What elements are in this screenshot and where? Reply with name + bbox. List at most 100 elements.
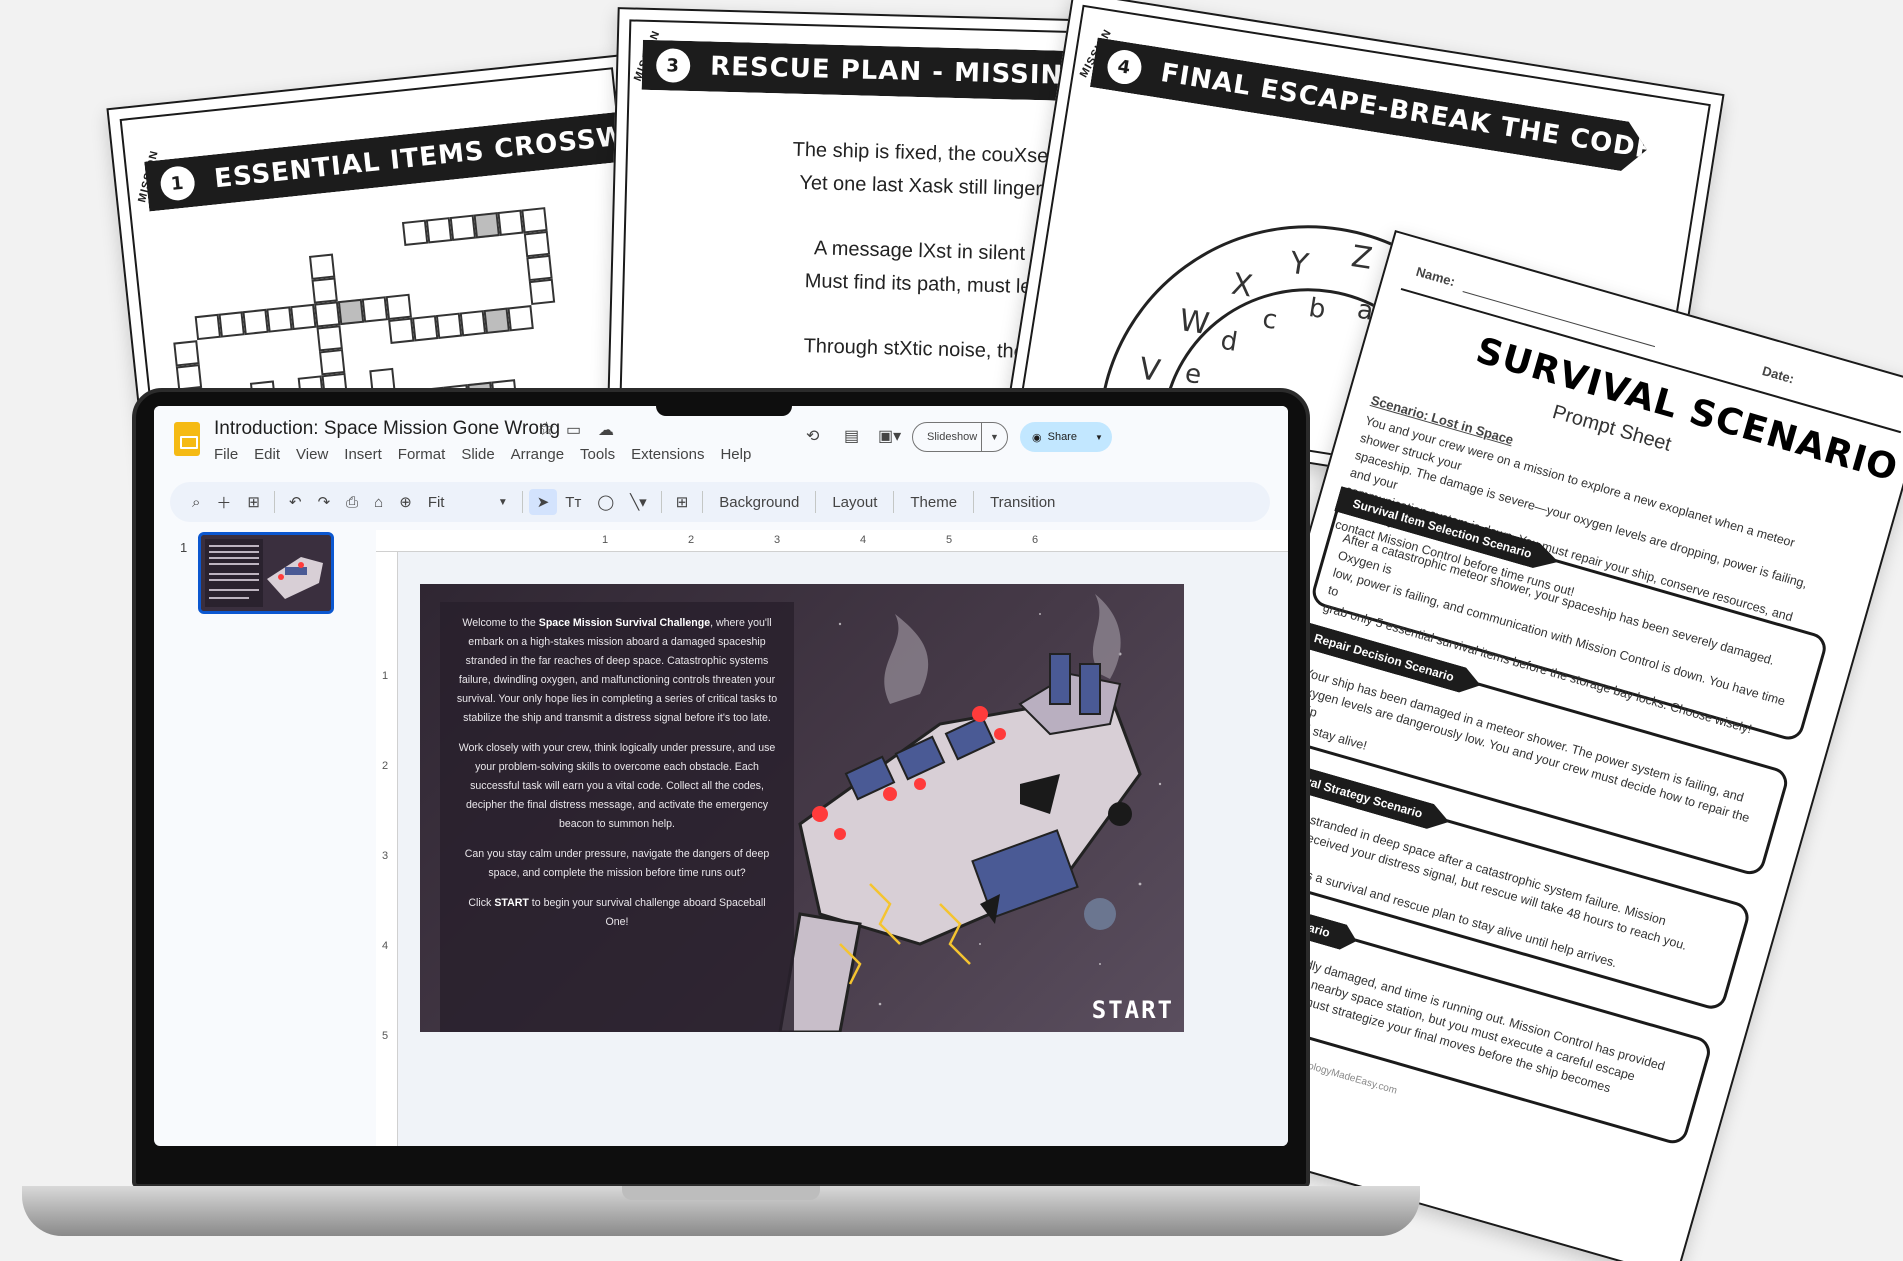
document-title[interactable]: Introduction: Space Mission Gone Wrong <box>214 418 560 440</box>
text-box-icon[interactable]: Tт <box>557 494 589 511</box>
crossword-cell <box>523 230 551 258</box>
laptop: Introduction: Space Mission Gone Wrong ☆… <box>22 388 1420 1236</box>
menu-help[interactable]: Help <box>720 446 751 463</box>
zoom-icon[interactable]: ⊕ <box>391 493 420 511</box>
intro-paragraph: Can you stay calm under pressure, naviga… <box>464 848 770 879</box>
menu-arrange[interactable]: Arrange <box>511 446 564 463</box>
menu-slide[interactable]: Slide <box>461 446 494 463</box>
slideshow-button[interactable]: Slideshow ▼ <box>912 422 1008 452</box>
ruler-mark: 4 <box>860 534 867 546</box>
move-folder-icon[interactable]: ▭ <box>566 420 581 440</box>
cipher-letter: W <box>1176 303 1212 343</box>
start-button[interactable]: START <box>1092 996 1174 1024</box>
crossword-cell <box>526 254 553 282</box>
ruler-mark: 1 <box>602 534 609 546</box>
crossword-cell <box>521 207 548 234</box>
promo-stage: MISSION 1 ESSENTIAL ITEMS CROSSWORD MISS… <box>0 0 1903 1261</box>
transition-button[interactable]: Transition <box>980 494 1065 511</box>
share-label: Share <box>1047 431 1077 443</box>
slideshow-dropdown-icon[interactable]: ▼ <box>981 423 1007 451</box>
toolbar-separator <box>893 491 895 513</box>
redo-icon[interactable]: ↷ <box>310 493 339 511</box>
menu-insert[interactable]: Insert <box>344 446 382 463</box>
laptop-base <box>22 1186 1420 1236</box>
menu-view[interactable]: View <box>296 446 328 463</box>
ruler-mark: 5 <box>946 534 953 546</box>
new-slide-layout-icon[interactable]: ⊞ <box>239 493 268 511</box>
crossword-cell <box>175 364 203 391</box>
intro-paragraph: Work closely with your crew, think logic… <box>458 742 776 830</box>
crossword-cell <box>218 311 245 338</box>
paint-format-icon[interactable]: ⌂ <box>366 494 391 511</box>
vertical-ruler: 1 2 3 4 5 <box>376 552 398 1146</box>
crossword-cell <box>435 312 463 339</box>
new-slide-icon[interactable]: ＋ <box>208 492 239 513</box>
slides-logo-icon[interactable] <box>174 422 200 456</box>
text-run: Click <box>468 897 495 909</box>
undo-icon[interactable]: ↶ <box>281 493 310 511</box>
name-label: Name: <box>1414 263 1457 290</box>
crossword-cell <box>337 298 365 326</box>
version-history-icon[interactable]: ⟲ <box>806 426 819 446</box>
cloud-status-icon[interactable]: ☁ <box>598 420 614 440</box>
crossword-cell <box>319 348 346 376</box>
slideshow-label: Slideshow <box>927 431 978 443</box>
toolbar-separator <box>702 491 704 513</box>
crossword-cell <box>173 340 200 367</box>
intro-paragraph: Welcome to the Space Mission Survival Ch… <box>456 614 778 728</box>
zoom-select[interactable]: Fit <box>420 494 490 511</box>
menu-tools[interactable]: Tools <box>580 446 615 463</box>
crossword-cell <box>483 307 510 334</box>
share-button[interactable]: ◉ Share ▼ <box>1020 422 1112 452</box>
comments-icon[interactable]: ▤ <box>844 426 859 446</box>
background-button[interactable]: Background <box>709 494 809 511</box>
slide-intro-textbox[interactable]: Welcome to the Space Mission Survival Ch… <box>440 602 794 1032</box>
zoom-dropdown-icon[interactable]: ▼ <box>490 497 516 508</box>
laptop-groove <box>622 1186 820 1200</box>
text-run: to begin your survival challenge aboard … <box>528 897 766 928</box>
crossword-cell <box>308 253 336 280</box>
cipher-letter: b <box>1306 293 1328 326</box>
insert-comment-icon[interactable]: ⊞ <box>668 493 697 511</box>
crossword-cell <box>290 303 317 331</box>
select-cursor-icon[interactable]: ➤ <box>528 489 558 515</box>
crossword-cell <box>473 212 500 239</box>
toolbar-separator <box>660 491 662 513</box>
print-icon[interactable]: ⎙ <box>338 494 366 511</box>
ruler-mark: 2 <box>688 534 695 546</box>
ruler-mark: 5 <box>382 1030 389 1042</box>
search-menus-icon[interactable]: ⌕ <box>184 494 208 511</box>
slide-thumbnail[interactable] <box>198 532 334 614</box>
shape-icon[interactable]: ◯ <box>589 493 622 511</box>
laptop-lid: Introduction: Space Mission Gone Wrong ☆… <box>132 388 1310 1188</box>
star-icon[interactable]: ☆ <box>538 418 555 441</box>
meet-icon[interactable]: ▣▾ <box>878 426 901 446</box>
crossword-cell <box>459 310 487 337</box>
start-keyword: START <box>494 897 529 909</box>
app-header: Introduction: Space Mission Gone Wrong ☆… <box>154 406 1288 476</box>
ruler-mark: 2 <box>382 760 389 772</box>
toolbar-separator <box>274 491 275 513</box>
crossword-cell <box>194 313 222 341</box>
layout-button[interactable]: Layout <box>822 494 887 511</box>
crossword-cell <box>316 325 343 352</box>
menu-edit[interactable]: Edit <box>254 446 280 463</box>
cipher-letter: c <box>1260 303 1280 336</box>
ruler-mark: 4 <box>382 940 389 952</box>
crossword-cell <box>507 305 534 332</box>
ruler-mark: 1 <box>382 670 389 682</box>
thumbnail-preview <box>201 535 331 611</box>
cipher-letter: V <box>1136 351 1163 390</box>
share-dropdown-icon[interactable]: ▼ <box>1095 433 1103 442</box>
slide[interactable]: Welcome to the Space Mission Survival Ch… <box>420 584 1184 1032</box>
theme-button[interactable]: Theme <box>900 494 967 511</box>
toolbar-separator <box>973 491 975 513</box>
cipher-letter: X <box>1229 266 1255 305</box>
crossword-cell <box>528 278 556 306</box>
menu-file[interactable]: File <box>214 446 238 463</box>
menu-format[interactable]: Format <box>398 446 446 463</box>
mission-number-badge: 3 <box>656 48 691 83</box>
crossword-cell <box>385 293 412 321</box>
line-icon[interactable]: ╲▾ <box>622 493 655 511</box>
menu-extensions[interactable]: Extensions <box>631 446 704 463</box>
